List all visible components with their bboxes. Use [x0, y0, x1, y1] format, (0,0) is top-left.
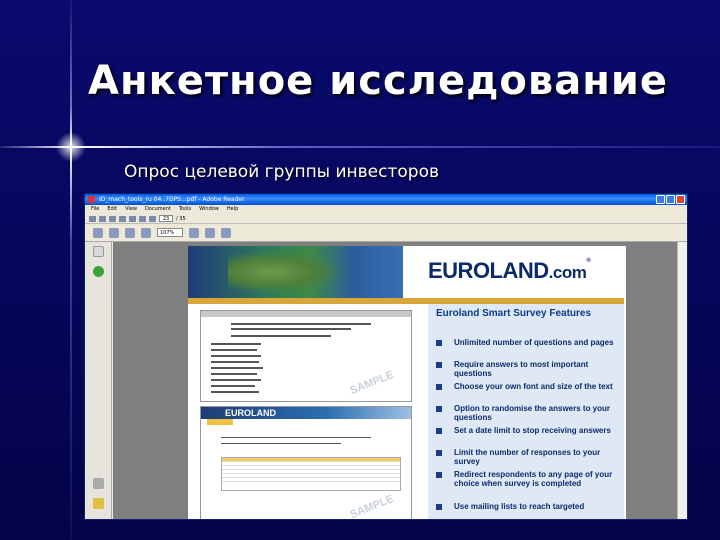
euroland-logo: EUROLAND.com®	[428, 258, 591, 284]
screenshot-header	[201, 311, 411, 317]
text-line	[221, 437, 371, 438]
table-row	[222, 478, 400, 482]
bullet-icon	[436, 428, 442, 434]
survey-screenshot-2: EUROLAND SAMPLE	[200, 406, 412, 520]
text-line	[211, 373, 257, 375]
decorative-sparkle	[56, 132, 86, 162]
text-line	[211, 355, 261, 357]
features-title: Euroland Smart Survey Features	[436, 308, 592, 319]
thumb-tab	[207, 419, 233, 425]
feature-text: Require answers to most important questi…	[454, 360, 589, 378]
page-total: / 35	[176, 215, 186, 222]
menu-tools[interactable]: Tools	[179, 205, 191, 214]
text-line	[211, 367, 263, 369]
bullet-icon	[436, 472, 442, 478]
bullet-icon	[436, 450, 442, 456]
logo-text: EUROLAND	[428, 258, 549, 283]
bullet-icon	[436, 384, 442, 390]
text-line	[211, 343, 261, 345]
menu-edit[interactable]: Edit	[107, 205, 117, 214]
text-line	[231, 328, 351, 330]
menu-view[interactable]: View	[125, 205, 137, 214]
search-icon[interactable]	[129, 215, 136, 222]
hand-tool-icon[interactable]	[93, 227, 103, 238]
zoom-toolbar: 107%	[85, 224, 687, 242]
logo-suffix: .com	[548, 263, 587, 282]
logo-registered-mark: ®	[586, 258, 591, 264]
attachments-panel-icon[interactable]	[93, 478, 104, 489]
feature-text: Choose your own font and size of the tex…	[454, 382, 613, 391]
previous-page-icon[interactable]	[139, 215, 146, 222]
thumb-table	[221, 457, 401, 491]
feature-text: Unlimited number of questions and pages	[454, 338, 614, 347]
navigation-toolbar: 23 / 35	[85, 214, 687, 224]
text-line	[211, 361, 259, 363]
text-line	[231, 323, 371, 325]
pdf-app-icon	[88, 196, 95, 203]
feature-text: Use mailing lists to reach targeted	[454, 502, 585, 511]
survey-screenshot-1: SAMPLE	[200, 310, 412, 402]
feature-text: Redirect respondents to any page of your…	[454, 470, 613, 488]
pages-panel-icon[interactable]	[93, 246, 104, 257]
slide-title: Анкетное исследование	[88, 58, 668, 104]
minimize-button[interactable]	[656, 195, 665, 204]
feature-text: Option to randomise the answers to your …	[454, 404, 611, 422]
bullet-icon	[436, 340, 442, 346]
close-button[interactable]	[676, 195, 685, 204]
feature-text: Set a date limit to stop receiving answe…	[454, 426, 611, 435]
print-icon[interactable]	[109, 215, 116, 222]
text-line	[211, 391, 259, 393]
text-line	[211, 385, 255, 387]
zoom-in-icon[interactable]	[141, 227, 151, 238]
next-page-icon[interactable]	[149, 215, 156, 222]
menu-window[interactable]: Window	[199, 205, 219, 214]
vertical-scrollbar[interactable]	[677, 242, 687, 519]
feature-text: Limit the number of responses to your su…	[454, 448, 601, 466]
email-icon[interactable]	[119, 215, 126, 222]
bullet-icon	[436, 504, 442, 510]
sample-watermark: SAMPLE	[348, 368, 396, 398]
document-view[interactable]: EUROLAND.com® SAMPLE EUROLAND SAMPLE Eur…	[113, 242, 679, 520]
fit-page-icon[interactable]	[189, 227, 199, 238]
text-line	[211, 349, 257, 351]
text-line	[221, 443, 341, 444]
adobe-reader-window: ID_mach_tools_ru 04..7DPS...pdf - Adobe …	[84, 193, 688, 520]
thumb-logo: EUROLAND	[225, 408, 276, 418]
save-icon[interactable]	[99, 215, 106, 222]
menu-help[interactable]: Help	[227, 205, 238, 214]
screenshot-header: EUROLAND	[201, 407, 411, 419]
navigation-pane	[85, 242, 112, 519]
menu-document[interactable]: Document	[145, 205, 171, 214]
bullet-icon	[436, 362, 442, 368]
features-panel: Euroland Smart Survey Features Unlimited…	[428, 304, 624, 519]
text-line	[211, 379, 261, 381]
sample-watermark: SAMPLE	[348, 492, 396, 520]
rotate-icon[interactable]	[221, 227, 231, 238]
menu-file[interactable]: File	[91, 205, 99, 214]
bullet-icon	[436, 406, 442, 412]
fit-width-icon[interactable]	[205, 227, 215, 238]
bookmarks-panel-icon[interactable]	[93, 266, 104, 277]
text-line	[231, 335, 331, 337]
page-number-field[interactable]: 23	[159, 215, 173, 222]
pdf-page: EUROLAND.com® SAMPLE EUROLAND SAMPLE Eur…	[188, 246, 626, 520]
zoom-field[interactable]: 107%	[157, 228, 183, 237]
open-icon[interactable]	[89, 215, 96, 222]
maximize-button[interactable]	[666, 195, 675, 204]
menu-bar: File Edit View Document Tools Window Hel…	[85, 205, 687, 214]
zoom-out-icon[interactable]	[125, 227, 135, 238]
decorative-horizontal-line	[0, 146, 720, 148]
window-title: ID_mach_tools_ru 04..7DPS...pdf - Adobe …	[99, 196, 245, 203]
slide-subtitle: Опрос целевой группы инвесторов	[124, 162, 440, 182]
window-titlebar: ID_mach_tools_ru 04..7DPS...pdf - Adobe …	[85, 194, 687, 205]
select-tool-icon[interactable]	[109, 227, 119, 238]
decorative-vertical-line	[70, 0, 72, 540]
comments-panel-icon[interactable]	[93, 498, 104, 509]
